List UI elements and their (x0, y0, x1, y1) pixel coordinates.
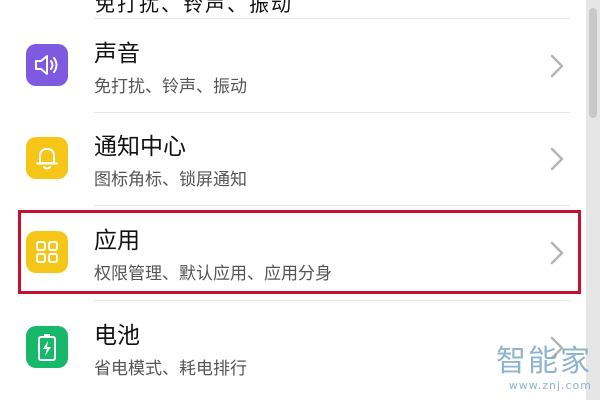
chevron-right-icon (550, 241, 564, 265)
item-subtitle: 省电模式、耗电排行 (94, 359, 247, 379)
divider (94, 205, 570, 206)
item-subtitle: 图标角标、锁屏通知 (94, 170, 247, 190)
settings-list: 免打扰、铃声、振动 声音 免打扰、铃声、振动 通知中心 图标角标、锁屏通知 应用… (0, 0, 586, 400)
item-subtitle: 免打扰、铃声、振动 (94, 77, 247, 97)
battery-icon (26, 326, 68, 368)
chevron-right-icon (550, 54, 564, 78)
settings-item-sound[interactable]: 声音 免打扰、铃声、振动 (0, 20, 586, 112)
watermark-logo-text: 智能家 (496, 344, 592, 379)
divider (94, 18, 570, 19)
settings-item-apps[interactable]: 应用 权限管理、默认应用、应用分身 (0, 207, 586, 299)
scrollbar-thumb[interactable] (589, 8, 597, 118)
scrollbar[interactable] (586, 0, 600, 400)
watermark: 智能家 www.znj.com (496, 344, 592, 393)
speaker-icon (26, 44, 68, 86)
item-title: 通知中心 (94, 134, 186, 160)
item-title: 电池 (94, 323, 140, 349)
settings-item-notification-center[interactable]: 通知中心 图标角标、锁屏通知 (0, 113, 586, 205)
item-title: 应用 (94, 228, 140, 254)
bell-icon (26, 137, 68, 179)
item-title: 声音 (94, 41, 140, 67)
item-subtitle: 权限管理、默认应用、应用分身 (94, 264, 332, 284)
apps-grid-icon (26, 231, 68, 273)
partially-visible-row-text: 免打扰、铃声、振动 (95, 0, 293, 16)
divider (94, 300, 570, 301)
chevron-right-icon (550, 147, 564, 171)
watermark-url: www.znj.com (508, 379, 592, 392)
